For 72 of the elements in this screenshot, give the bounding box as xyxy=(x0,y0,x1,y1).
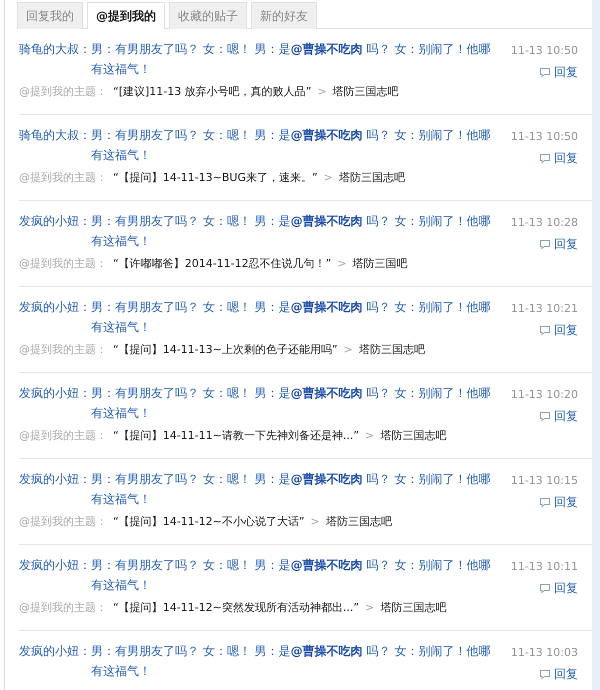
timestamp: 11-13 10:11 xyxy=(510,559,578,575)
topic-link[interactable]: “[建议]11-13 放弃小号吧，真的败人品” xyxy=(113,84,312,100)
topic-link[interactable]: “【提问】14-11-13~BUG来了，速来。” xyxy=(113,170,318,186)
topic-label: @提到我的主题： xyxy=(19,170,107,186)
forum-link[interactable]: 塔防三国志吧 xyxy=(326,514,392,530)
timestamp: 11-13 10:20 xyxy=(510,387,578,403)
user-link[interactable]: 发疯的小妞： xyxy=(19,211,91,251)
message-text: 男：有男朋友了吗？ 女：嗯！ 男：是@曹操不吃肉 吗？ 女：别闹了！他哪有这福气！ xyxy=(91,41,492,78)
arrow-text: > xyxy=(317,84,327,100)
timestamp: 11-13 10:28 xyxy=(510,215,578,231)
arrow-text: > xyxy=(324,170,333,186)
arrow-text: > xyxy=(365,428,374,444)
message-text: 男：有男朋友了吗？ 女：嗯！ 男：是@曹操不吃肉 吗？ 女：别闹了！他哪有这福气！ xyxy=(91,127,492,164)
arrow-text: > xyxy=(337,256,347,272)
tab[interactable]: @提到我的 xyxy=(87,2,165,29)
comment-icon xyxy=(539,410,551,422)
topic-link[interactable]: “【提问】14-11-12~突然发现所有活动神都出...” xyxy=(113,600,360,616)
timestamp: 11-13 10:50 xyxy=(510,129,578,145)
topic-label: @提到我的主题： xyxy=(19,428,107,444)
topic-link[interactable]: “【提问】14-11-13~上次剩的色子还能用吗” xyxy=(113,342,338,358)
forum-link[interactable]: 塔防三国志吧 xyxy=(332,84,399,100)
comment-icon xyxy=(539,152,551,164)
topic-link[interactable]: “【许嘟嘟爸】2014-11-12忍不住说几句！” xyxy=(113,256,332,272)
topic-label: @提到我的主题： xyxy=(19,256,107,272)
tab[interactable]: 回复我的 xyxy=(17,2,83,29)
tab[interactable]: 新的好友 xyxy=(251,2,317,29)
comment-icon xyxy=(539,582,551,594)
reply-link[interactable]: 回复 xyxy=(554,321,578,339)
arrow-text: > xyxy=(310,514,320,530)
topic-link[interactable]: “【提问】14-11-11~请教一下先神刘备还是神...” xyxy=(113,428,360,444)
topic-label: @提到我的主题： xyxy=(19,342,107,358)
timestamp: 11-13 10:03 xyxy=(510,645,578,661)
topic-label: @提到我的主题： xyxy=(19,84,107,100)
forum-link[interactable]: 塔防三国志吧 xyxy=(358,342,425,358)
arrow-text: > xyxy=(344,342,353,358)
reply-link[interactable]: 回复 xyxy=(554,235,578,253)
comment-icon xyxy=(539,668,551,680)
forum-link[interactable]: 塔防三国吧 xyxy=(352,256,408,272)
user-link[interactable]: 发疯的小妞： xyxy=(19,469,91,509)
comment-icon xyxy=(539,496,551,508)
user-link[interactable]: 骑龟的大叔： xyxy=(19,39,91,79)
reply-link[interactable]: 回复 xyxy=(554,63,578,81)
timestamp: 11-13 10:21 xyxy=(510,301,578,317)
topic-label: @提到我的主题： xyxy=(19,514,107,530)
forum-link[interactable]: 塔防三国志吧 xyxy=(338,170,405,186)
message-text: 男：有男朋友了吗？ 女：嗯！ 男：是@曹操不吃肉 吗？ 女：别闹了！他哪有这福气！ xyxy=(91,299,492,336)
user-link[interactable]: 发疯的小妞： xyxy=(19,641,91,681)
topic-link[interactable]: “【提问】14-11-12~不小心说了大话” xyxy=(113,514,305,530)
reply-link[interactable]: 回复 xyxy=(554,149,578,167)
user-link[interactable]: 骑龟的大叔： xyxy=(19,125,91,165)
user-link[interactable]: 发疯的小妞： xyxy=(19,383,91,423)
user-link[interactable]: 发疯的小妞： xyxy=(19,555,91,595)
reply-link[interactable]: 回复 xyxy=(554,493,578,511)
message-text: 男：有男朋友了吗？ 女：嗯！ 男：是@曹操不吃肉 吗？ 女：别闹了！他哪有这福气！ xyxy=(91,557,492,594)
forum-link[interactable]: 塔防三国志吧 xyxy=(380,428,446,444)
arrow-text: > xyxy=(365,600,374,616)
tab[interactable]: 收藏的贴子 xyxy=(169,2,247,29)
message-text: 男：有男朋友了吗？ 女：嗯！ 男：是@曹操不吃肉 吗？ 女：别闹了！他哪有这福气！ xyxy=(91,385,492,422)
comment-icon xyxy=(539,66,551,78)
comment-icon xyxy=(539,238,551,250)
timestamp: 11-13 10:50 xyxy=(510,43,578,59)
user-link[interactable]: 发疯的小妞： xyxy=(19,297,91,337)
message-text: 男：有男朋友了吗？ 女：嗯！ 男：是@曹操不吃肉 吗？ 女：别闹了！他哪有这福气！ xyxy=(91,213,492,250)
reply-link[interactable]: 回复 xyxy=(554,579,578,597)
topic-label: @提到我的主题： xyxy=(19,600,107,616)
reply-link[interactable]: 回复 xyxy=(554,665,578,683)
forum-link[interactable]: 塔防三国志吧 xyxy=(380,600,446,616)
comment-icon xyxy=(539,324,551,336)
reply-link[interactable]: 回复 xyxy=(554,407,578,425)
message-text: 男：有男朋友了吗？ 女：嗯！ 男：是@曹操不吃肉 吗？ 女：别闹了！他哪有这福气！ xyxy=(91,471,492,508)
message-text: 男：有男朋友了吗？ 女：嗯！ 男：是@曹操不吃肉 吗？ 女：别闹了！他哪有这福气！ xyxy=(91,643,492,680)
timestamp: 11-13 10:15 xyxy=(510,473,578,489)
